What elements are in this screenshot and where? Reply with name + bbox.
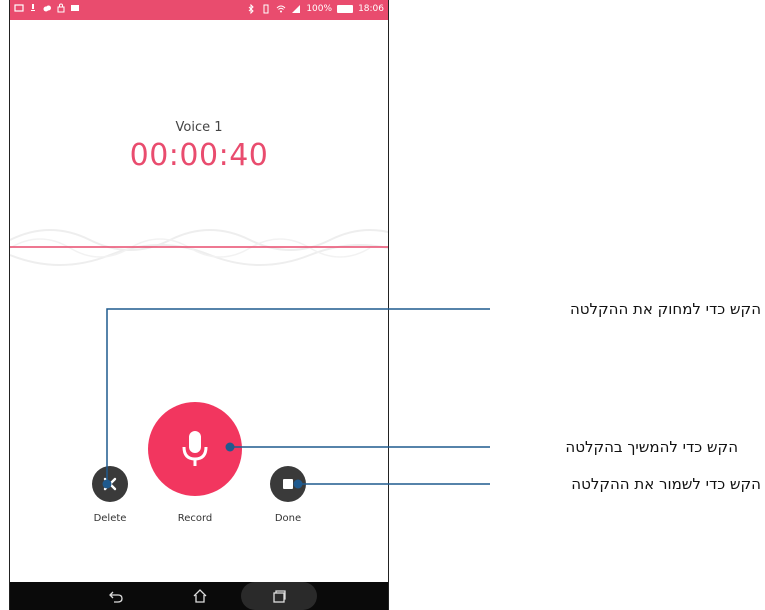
status-notification-icons bbox=[14, 3, 80, 13]
recording-timer: 00:00:40 bbox=[129, 138, 269, 173]
record-button[interactable] bbox=[148, 402, 242, 496]
status-time: 18:06 bbox=[358, 4, 384, 14]
navigation-bar bbox=[10, 582, 388, 610]
home-icon[interactable] bbox=[192, 588, 208, 604]
done-button[interactable] bbox=[270, 466, 306, 502]
battery-icon bbox=[337, 5, 354, 13]
lock-icon bbox=[57, 3, 65, 13]
phone-screen: 100% 18:06 Voice 1 00:00:40 Delete Recor… bbox=[9, 0, 389, 610]
image-icon bbox=[71, 5, 79, 11]
delete-callout-text: הקש כדי למחוק את ההקלטה bbox=[569, 300, 761, 318]
cloud-icon bbox=[43, 5, 51, 12]
status-bar: 100% 18:06 bbox=[10, 0, 388, 20]
battery-percent: 100% bbox=[306, 4, 333, 14]
delete-button[interactable] bbox=[92, 466, 128, 502]
gallery-icon bbox=[14, 4, 24, 12]
signal-icon bbox=[292, 5, 301, 13]
wifi-icon bbox=[276, 5, 286, 13]
vibrate-icon bbox=[263, 4, 269, 14]
status-system-icons: 100% 18:06 bbox=[246, 3, 384, 15]
record-label: Record bbox=[177, 513, 213, 524]
record-callout-text: הקש כדי להמשיך בהקלטה bbox=[565, 438, 738, 456]
delete-label: Delete bbox=[93, 513, 127, 524]
stop-icon bbox=[283, 479, 293, 489]
bluetooth-icon bbox=[248, 4, 255, 14]
done-label: Done bbox=[274, 513, 302, 524]
close-icon bbox=[103, 477, 117, 491]
audio-waveform bbox=[10, 229, 388, 266]
mic-icon bbox=[31, 4, 35, 11]
done-callout-text: הקש כדי לשמור את ההקלטה bbox=[571, 475, 761, 493]
recent-apps-icon[interactable] bbox=[271, 588, 287, 604]
recording-title: Voice 1 bbox=[175, 120, 223, 135]
back-icon[interactable] bbox=[108, 588, 124, 604]
microphone-icon bbox=[182, 431, 208, 466]
